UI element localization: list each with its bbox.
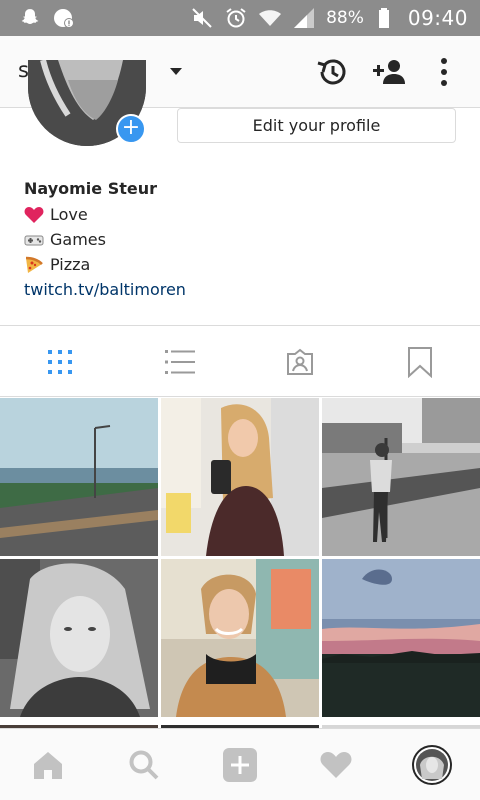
notification-icon bbox=[52, 6, 76, 30]
edit-profile-button[interactable]: Edit your profile bbox=[177, 108, 456, 143]
history-icon[interactable] bbox=[314, 54, 350, 90]
photo-tile[interactable] bbox=[322, 398, 480, 556]
add-post-icon[interactable] bbox=[220, 745, 260, 785]
bio-line: Games bbox=[24, 227, 454, 252]
chevron-down-icon[interactable] bbox=[170, 68, 182, 75]
mute-icon bbox=[190, 6, 214, 30]
add-story-button[interactable]: + bbox=[116, 114, 146, 144]
bio-line: Pizza bbox=[24, 252, 454, 277]
battery-percent: 88% bbox=[326, 8, 364, 28]
bio-text: Games bbox=[50, 230, 106, 249]
more-options-icon[interactable] bbox=[426, 54, 462, 90]
add-user-icon[interactable] bbox=[372, 54, 408, 90]
profile-tabs bbox=[0, 326, 480, 396]
alarm-icon bbox=[224, 6, 248, 30]
gamepad-emoji-icon bbox=[24, 231, 44, 249]
profile-link[interactable]: twitch.tv/baltimoren bbox=[24, 277, 454, 302]
bio-line: Love bbox=[24, 202, 454, 227]
profile-name: Nayomie Steur bbox=[24, 179, 157, 198]
list-icon bbox=[165, 350, 195, 374]
home-icon[interactable] bbox=[28, 745, 68, 785]
pizza-emoji-icon bbox=[24, 256, 44, 274]
tagged-person-icon bbox=[287, 348, 313, 375]
wifi-icon bbox=[258, 6, 282, 30]
snapchat-icon bbox=[18, 6, 42, 30]
divider bbox=[0, 396, 480, 397]
profile-avatar-nav[interactable] bbox=[412, 745, 452, 785]
photo-tile[interactable] bbox=[161, 559, 319, 717]
tab-saved[interactable] bbox=[402, 344, 438, 380]
clock: 09:40 bbox=[407, 6, 468, 30]
bottom-navigation bbox=[0, 728, 480, 800]
tab-tagged[interactable] bbox=[282, 344, 318, 380]
photo-tile[interactable] bbox=[0, 559, 158, 717]
photo-tile[interactable] bbox=[161, 398, 319, 556]
tab-list-view[interactable] bbox=[162, 344, 198, 380]
tab-grid-view[interactable] bbox=[42, 344, 78, 380]
bio-text: Pizza bbox=[50, 255, 91, 274]
bio-text: Love bbox=[50, 205, 88, 224]
bookmark-icon bbox=[408, 347, 432, 378]
heart-emoji-icon bbox=[24, 206, 44, 224]
heart-icon[interactable] bbox=[316, 745, 356, 785]
search-icon[interactable] bbox=[124, 745, 164, 785]
photo-tile[interactable] bbox=[322, 559, 480, 717]
status-bar: 88% 09:40 bbox=[0, 0, 480, 36]
profile-bio: Nayomie Steur Love Games Pizza twitch.tv… bbox=[24, 178, 454, 302]
battery-icon bbox=[374, 6, 398, 30]
grid-icon bbox=[48, 350, 72, 374]
signal-icon bbox=[292, 6, 316, 30]
photo-tile[interactable] bbox=[0, 398, 158, 556]
